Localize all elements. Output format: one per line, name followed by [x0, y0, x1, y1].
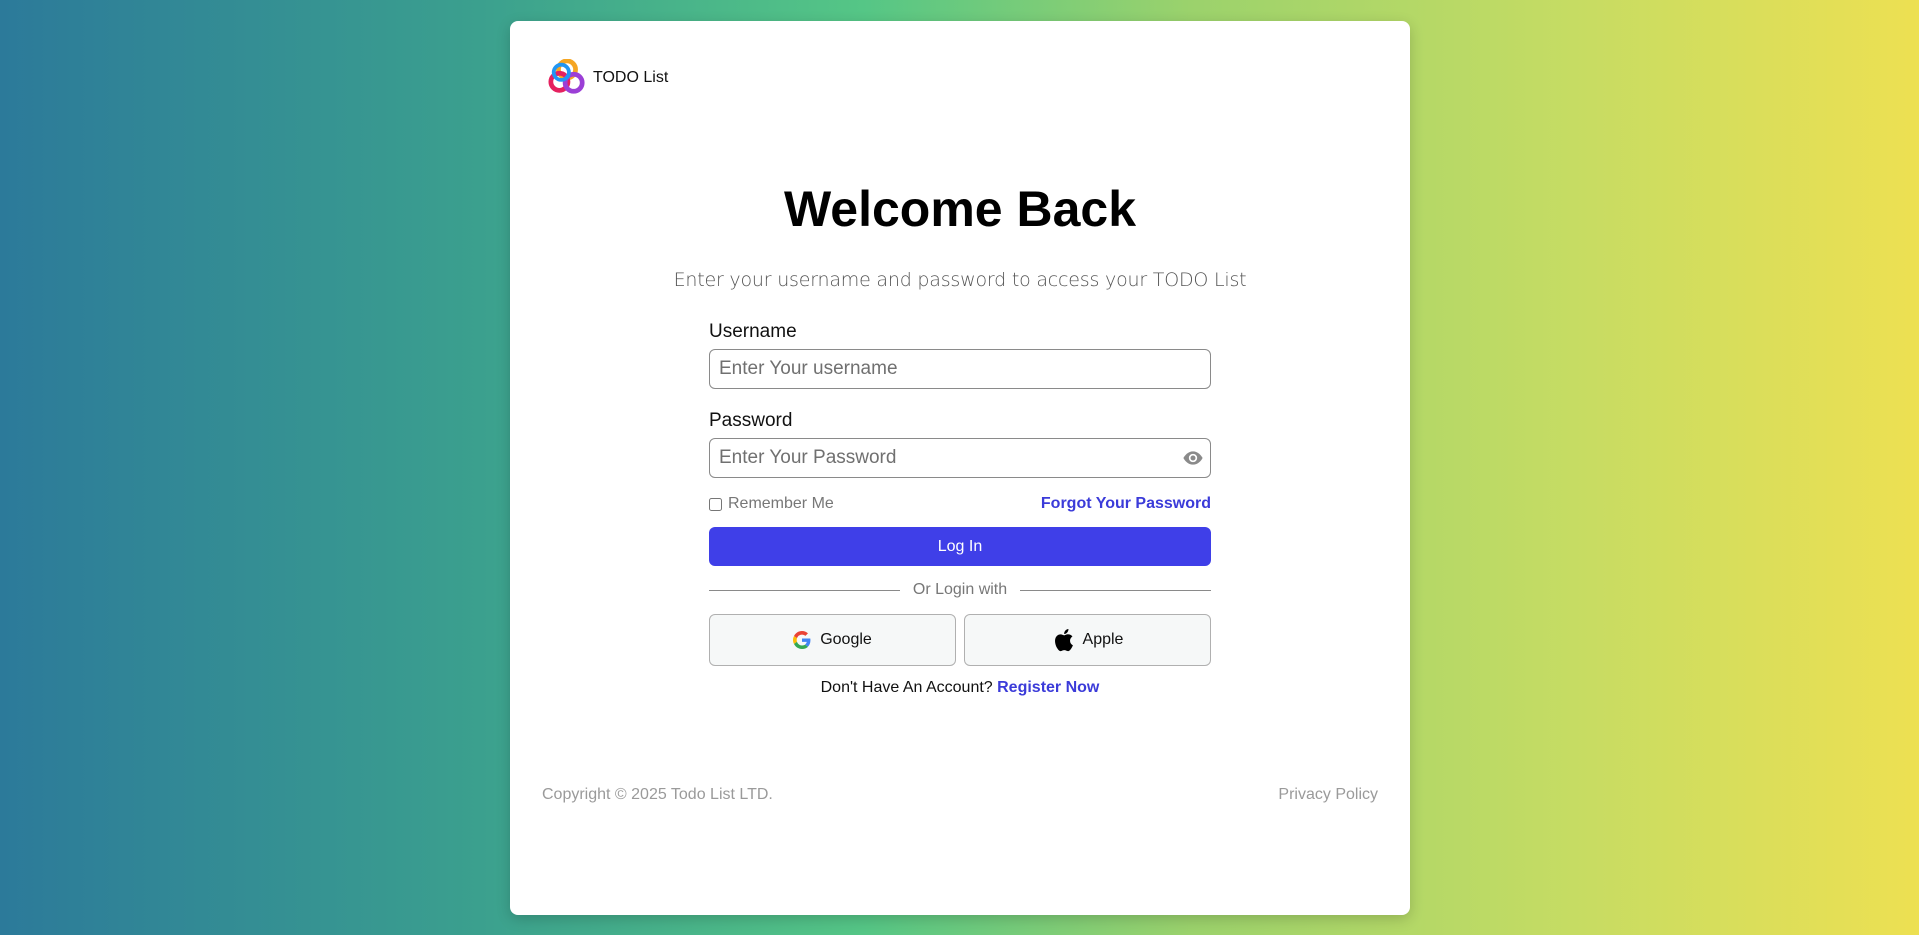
- register-now-link[interactable]: Register Now: [997, 679, 1099, 696]
- eye-icon[interactable]: [1183, 449, 1203, 467]
- social-login-row: Google Apple: [709, 614, 1211, 666]
- divider-line-right: [1020, 589, 1212, 591]
- footer-copyright: Copyright © 2025 Todo List LTD.: [542, 786, 773, 803]
- forgot-password-link[interactable]: Forgot Your Password: [1041, 495, 1211, 513]
- colorful-pinwheel-icon: [548, 59, 585, 94]
- divider-line-left: [709, 589, 900, 591]
- apple-label: Apple: [1082, 631, 1124, 648]
- password-field-wrapper: [709, 438, 1211, 478]
- divider-text: Or Login with: [912, 581, 1008, 598]
- options-row: Remember Me Forgot Your Password: [709, 492, 1211, 516]
- register-prompt: Don't Have An Account?: [820, 679, 998, 696]
- apple-icon: [1054, 629, 1073, 652]
- remember-me-label: Remember Me: [728, 495, 834, 512]
- register-row: Don't Have An Account? Register Now: [709, 679, 1211, 697]
- brand[interactable]: TODO List: [548, 59, 668, 97]
- remember-me[interactable]: Remember Me: [709, 495, 834, 513]
- google-login-button[interactable]: Google: [709, 614, 956, 666]
- or-login-with-divider: Or Login with: [709, 580, 1212, 600]
- remember-me-checkbox[interactable]: [709, 497, 722, 511]
- username-label: Username: [709, 321, 797, 342]
- username-input[interactable]: [709, 349, 1211, 389]
- privacy-policy-link[interactable]: Privacy Policy: [1278, 786, 1378, 804]
- login-card: TODO List Welcome Back Enter your userna…: [510, 21, 1410, 915]
- google-icon: [793, 631, 811, 649]
- login-form: Username Password Remember Me Forgot You…: [709, 321, 1212, 697]
- page-title: Welcome Back: [783, 181, 1137, 237]
- apple-login-button[interactable]: Apple: [964, 614, 1211, 666]
- password-input[interactable]: [709, 438, 1211, 478]
- google-label: Google: [820, 631, 872, 648]
- login-button[interactable]: Log In: [709, 527, 1211, 566]
- username-field-wrapper: [709, 349, 1211, 389]
- brand-name: TODO List: [593, 69, 669, 86]
- page-subtitle: Enter your username and password to acce…: [673, 269, 1247, 291]
- password-label: Password: [709, 410, 793, 431]
